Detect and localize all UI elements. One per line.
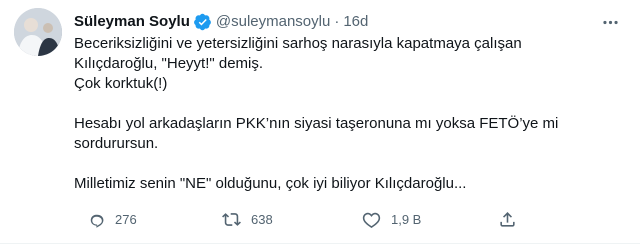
tweet-text-line: Çok korktuk(!) <box>74 75 168 92</box>
share-button[interactable] <box>498 208 517 230</box>
tweet-text-line: Milletimiz senin "NE" olduğunu, çok iyi … <box>74 175 467 192</box>
tweet-text: Beceriksizliğini ve yetersizliğini sarho… <box>74 34 622 194</box>
verified-badge-icon <box>193 13 212 31</box>
author-handle[interactable]: @suleymansoylu <box>216 12 330 32</box>
reply-icon <box>90 214 104 228</box>
tweet-header: Süleyman Soylu @suleymansoylu · 16d <box>74 12 368 32</box>
more-options-icon[interactable] <box>598 10 622 34</box>
separator-dot: · <box>334 13 340 30</box>
share-icon <box>500 211 515 227</box>
reply-button[interactable]: 276 <box>86 208 137 230</box>
like-count: 1,9 B <box>391 211 422 227</box>
author-name[interactable]: Süleyman Soylu <box>74 12 190 32</box>
tweet-actions-bar: 276 638 1,9 B <box>86 208 526 230</box>
tweet-text-line: Hesabı yol arkadaşların PKK’nın siyasi t… <box>74 115 559 132</box>
avatar[interactable] <box>14 8 62 56</box>
retweet-count: 638 <box>251 211 273 227</box>
retweet-button[interactable]: 638 <box>222 208 273 230</box>
reply-count: 276 <box>115 211 137 227</box>
retweet-icon <box>222 212 241 226</box>
tweet-text-line: Kılıçdaroğlu, "Heyyt!" demiş. <box>74 55 264 72</box>
avatar-photo-icon <box>14 8 62 56</box>
tweet-timestamp[interactable]: 16d <box>343 12 368 32</box>
like-button[interactable]: 1,9 B <box>362 208 421 230</box>
tweet-card[interactable]: Süleyman Soylu @suleymansoylu · 16d Bece… <box>0 0 640 244</box>
heart-icon <box>362 212 381 228</box>
tweet-text-line: Beceriksizliğini ve yetersizliğini sarho… <box>74 35 522 52</box>
tweet-text-line: sordurursun. <box>74 135 159 152</box>
